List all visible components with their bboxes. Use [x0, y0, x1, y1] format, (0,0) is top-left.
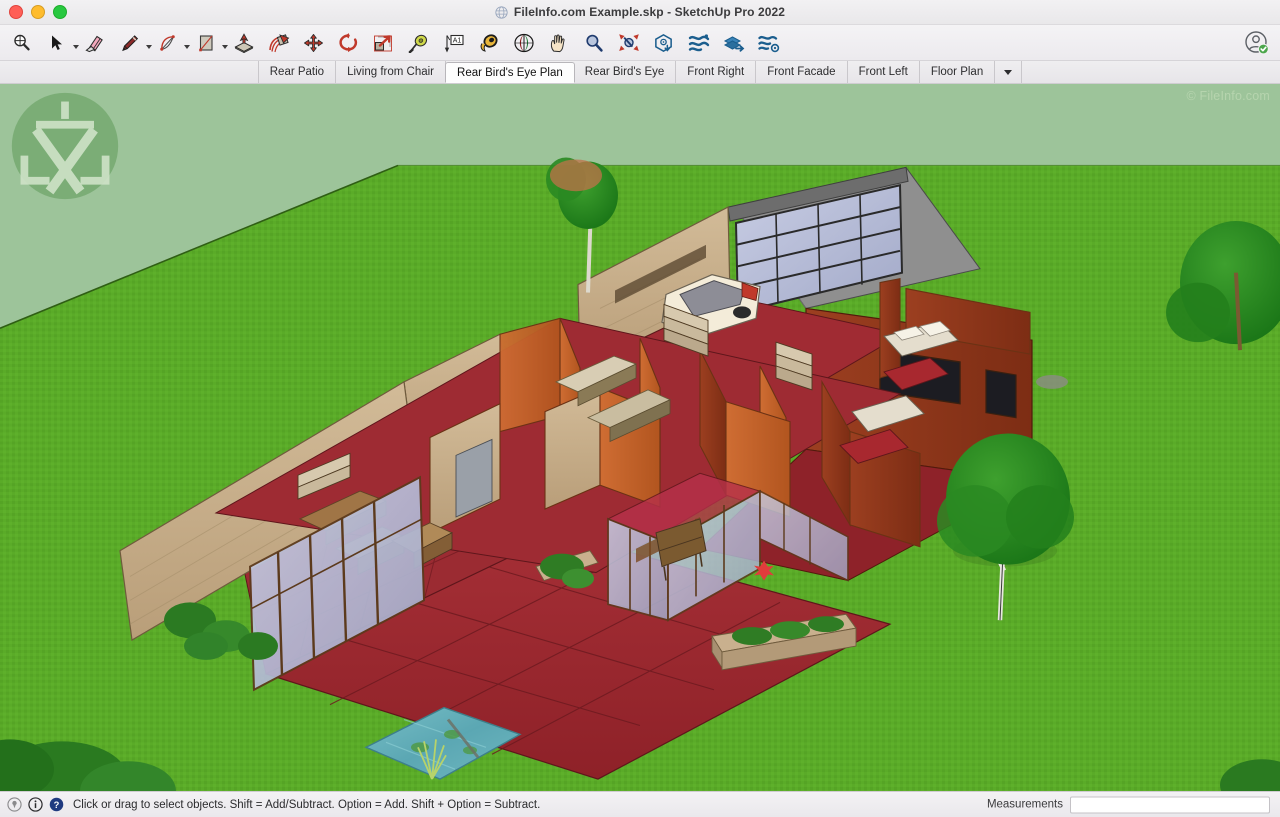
scene-tabs: Rear Patio Living from Chair Rear Bird's…	[257, 61, 1023, 83]
trimble-connect[interactable]	[720, 28, 747, 58]
move-tool[interactable]	[300, 28, 327, 58]
main-toolbar: A1	[0, 25, 1280, 61]
svg-text:?: ?	[54, 800, 60, 810]
rectangle-tool[interactable]	[192, 28, 219, 58]
pan-tool[interactable]	[545, 28, 572, 58]
user-account-button[interactable]	[1242, 28, 1272, 58]
orbit-tool[interactable]	[510, 28, 537, 58]
zoom-extents-tool[interactable]	[615, 28, 642, 58]
scene-tab-front-facade[interactable]: Front Facade	[756, 61, 848, 83]
scene-tab-label: Rear Bird's Eye	[584, 66, 665, 78]
scene-tab-front-right[interactable]: Front Right	[676, 61, 757, 83]
paint-bucket-tool[interactable]	[475, 28, 502, 58]
status-bar: ? Click or drag to select objects. Shift…	[0, 791, 1280, 817]
sketchup-application-window: FileInfo.com Example.skp - SketchUp Pro …	[0, 0, 1280, 817]
scene-tab-label: Rear Patio	[269, 66, 325, 78]
line-tool[interactable]	[116, 28, 143, 58]
scene-tab-floor-plan[interactable]: Floor Plan	[920, 61, 996, 83]
scene-tab-rear-birds-eye[interactable]: Rear Bird's Eye	[574, 61, 677, 83]
manage-extensions[interactable]	[755, 28, 782, 58]
line-tool-dropdown[interactable]	[143, 28, 154, 58]
scene-tab-label: Front Right	[687, 66, 745, 78]
scene-tab-front-left[interactable]: Front Left	[848, 61, 920, 83]
scene-tab-bar: Rear Patio Living from Chair Rear Bird's…	[0, 61, 1280, 84]
eraser-tool[interactable]	[81, 28, 108, 58]
zoom-tool[interactable]	[580, 28, 607, 58]
search-tool[interactable]	[8, 28, 35, 58]
scene-tab-rear-patio[interactable]: Rear Patio	[257, 61, 337, 83]
help-icon[interactable]: ?	[49, 797, 64, 812]
window-title: FileInfo.com Example.skp - SketchUp Pro …	[513, 5, 786, 19]
3d-warehouse[interactable]	[650, 28, 677, 58]
scene-tab-rear-birds-eye-plan[interactable]: Rear Bird's Eye Plan	[445, 62, 575, 83]
scene-tab-living-from-chair[interactable]: Living from Chair	[336, 61, 447, 83]
measurements-box: Measurements	[987, 796, 1270, 813]
sketchup-document-icon	[495, 5, 508, 19]
status-message: Click or drag to select objects. Shift =…	[73, 798, 541, 811]
push-pull-tool[interactable]	[230, 28, 257, 58]
extension-warehouse[interactable]	[685, 28, 712, 58]
dimension-tool[interactable]: A1	[440, 28, 467, 58]
chevron-down-icon[interactable]	[995, 61, 1023, 83]
close-window-button[interactable]	[9, 5, 23, 19]
model-viewport[interactable]: © FileInfo.com	[0, 84, 1280, 791]
follow-me-tool[interactable]	[265, 28, 292, 58]
stepping-stone	[1036, 374, 1068, 389]
tape-measure-tool[interactable]	[405, 28, 432, 58]
scene-tab-label: Floor Plan	[930, 66, 984, 78]
model-3d-scene	[0, 84, 1280, 791]
measurements-input[interactable]	[1070, 796, 1270, 813]
measurements-label: Measurements	[986, 798, 1063, 811]
scene-tab-label: Front Facade	[767, 66, 836, 78]
status-bar-icons: ?	[0, 797, 64, 812]
select-tool[interactable]	[43, 28, 70, 58]
geolocation-icon[interactable]	[7, 797, 22, 812]
svg-text:A1: A1	[452, 37, 461, 44]
scene-tab-label: Living from Chair	[347, 66, 435, 78]
scene-tab-label: Front Left	[858, 66, 908, 78]
title-bar: FileInfo.com Example.skp - SketchUp Pro …	[0, 0, 1280, 25]
maximize-window-button[interactable]	[53, 5, 67, 19]
arc-tool[interactable]	[154, 28, 181, 58]
rotate-tool[interactable]	[335, 28, 362, 58]
rectangle-tool-dropdown[interactable]	[219, 28, 230, 58]
scale-tool[interactable]	[370, 28, 397, 58]
minimize-window-button[interactable]	[31, 5, 45, 19]
window-traffic-lights	[9, 5, 67, 19]
scene-tab-label: Rear Bird's Eye Plan	[457, 66, 563, 79]
window-title-group: FileInfo.com Example.skp - SketchUp Pro …	[495, 5, 785, 19]
info-icon[interactable]	[28, 797, 43, 812]
arc-tool-dropdown[interactable]	[181, 28, 192, 58]
select-tool-dropdown[interactable]	[70, 28, 81, 58]
